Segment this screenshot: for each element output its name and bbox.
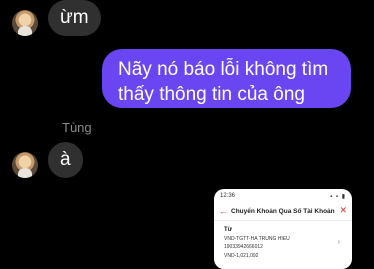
account-number: 19033942666012 [224, 244, 263, 250]
shared-screenshot-image[interactable]: 12:36 ▪ ▪ ▮ ← Chuyển Khoản Qua Số Tài Kh… [214, 189, 352, 269]
divider [214, 220, 352, 221]
outgoing-message-bubble[interactable]: Nãy nó báo lỗi không tìm thấy thông tin … [102, 49, 351, 108]
status-icons: ▪ ▪ ▮ [330, 194, 346, 200]
account-name: VND-TGTT-HA TRUNG HIEU [224, 236, 290, 242]
incoming-message-bubble[interactable]: ừm [48, 0, 101, 36]
incoming-message-bubble[interactable]: à [48, 142, 83, 178]
sender-name: Tùng [62, 120, 92, 135]
status-time: 12:36 [220, 193, 236, 199]
close-icon: ✕ [339, 205, 347, 215]
from-label: Từ [224, 227, 233, 233]
message-text: ừm [60, 7, 89, 28]
message-text: Nãy nó báo lỗi không tìm thấy thông tin … [118, 59, 329, 105]
screen-title: Chuyển Khoản Qua Số Tài Khoản [231, 208, 335, 215]
contact-avatar[interactable] [12, 10, 38, 36]
account-balance: VND-1,021,092 [224, 253, 259, 259]
back-arrow-icon: ← [219, 206, 228, 216]
chevron-right-icon: › [337, 239, 340, 246]
contact-avatar[interactable] [12, 152, 38, 178]
message-text: à [60, 149, 71, 170]
